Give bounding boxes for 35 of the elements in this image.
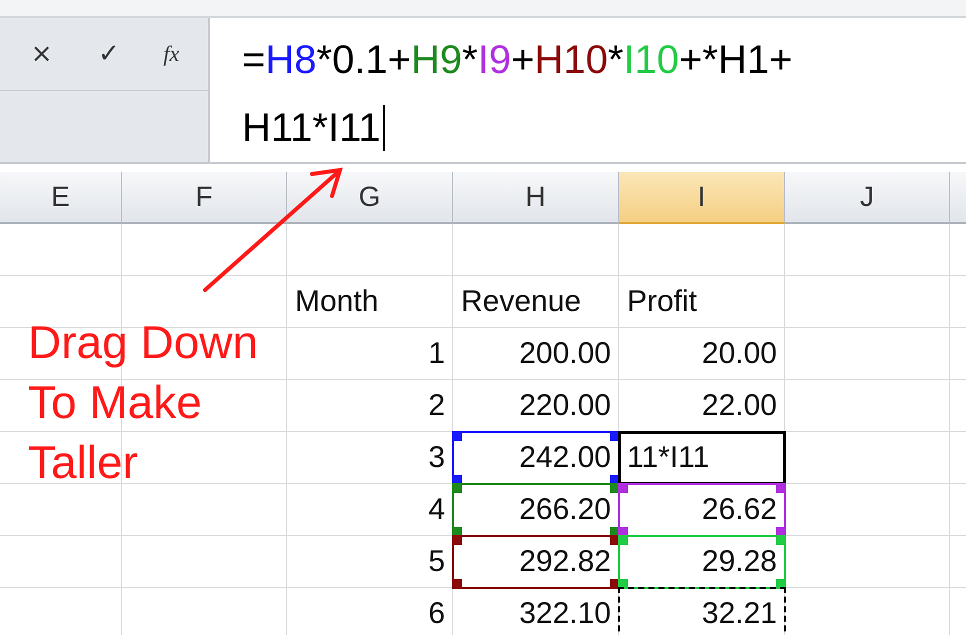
insert-function-button[interactable]: fx: [157, 41, 186, 67]
table-cell: 20.00: [702, 337, 777, 371]
table-cell: 22.00: [702, 389, 777, 423]
column-header: [950, 172, 966, 224]
table-cell: 4: [428, 493, 445, 527]
cancel-button[interactable]: ×: [22, 39, 61, 69]
table-cell: 322.10: [519, 597, 611, 631]
table-cell: 1: [428, 337, 445, 371]
cell-input[interactable]: 11*I11: [627, 441, 710, 475]
table-cell: 5: [428, 545, 445, 579]
table-cell: 220.00: [519, 389, 611, 423]
table-cell: 29.28: [702, 545, 777, 579]
table-cell: 200.00: [519, 337, 611, 371]
table-cell: 6: [428, 597, 445, 631]
column-header[interactable]: H: [453, 172, 619, 224]
column-header[interactable]: F: [122, 172, 287, 224]
table-cell: Revenue: [461, 285, 582, 319]
table-cell: 26.62: [702, 493, 777, 527]
table-cell: 292.82: [519, 545, 611, 579]
table-cell: 32.21: [702, 597, 777, 631]
enter-button[interactable]: ✓: [90, 39, 128, 69]
column-header[interactable]: J: [785, 172, 950, 224]
column-header[interactable]: G: [287, 172, 453, 224]
table-cell: 3: [428, 441, 445, 475]
table-cell: 2: [428, 389, 445, 423]
table-cell: Profit: [627, 285, 698, 319]
formula-text[interactable]: H11*I11: [242, 94, 381, 162]
column-header[interactable]: E: [0, 172, 122, 224]
text-cursor: [382, 105, 385, 151]
formula-text[interactable]: =H8*0.1+H9*I9+H10*I10+*H1+: [242, 26, 792, 94]
table-cell: 266.20: [519, 493, 611, 527]
annotation-text: Drag Down To Make Taller: [28, 315, 260, 490]
column-header[interactable]: I: [619, 172, 785, 224]
table-cell: Month: [295, 285, 378, 319]
table-cell: 242.00: [519, 441, 611, 475]
